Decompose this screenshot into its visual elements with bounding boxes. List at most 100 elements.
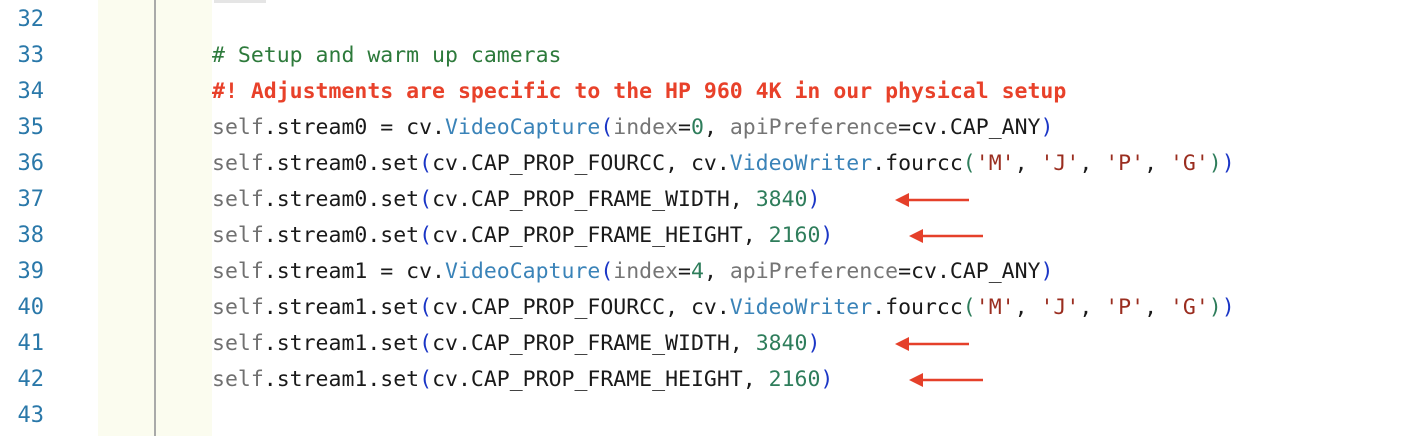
paren-token: ) (1040, 115, 1054, 140)
code-token: , (1014, 295, 1041, 320)
number-token: 3840 (755, 187, 808, 212)
code-line[interactable]: 34 #! Adjustments are specific to the HP… (0, 74, 1407, 110)
code-text: self.stream0.set(cv.CAP_PROP_FRAME_HEIGH… (212, 222, 833, 250)
paren-token: ( (600, 259, 614, 284)
string-token: 'P' (1105, 295, 1145, 320)
code-text: # Setup and warm up cameras (212, 42, 562, 70)
code-token: , (703, 115, 730, 140)
alert-comment-token: #! Adjustments are specific to the HP 96… (212, 79, 1067, 104)
code-token: .stream1.set (263, 367, 420, 392)
code-text: self.stream1.set(cv.CAP_PROP_FRAME_HEIGH… (212, 366, 833, 394)
self-token: self (212, 187, 264, 212)
left-arrow-icon (909, 229, 983, 243)
code-text: self.stream0.set(cv.CAP_PROP_FOURCC, cv.… (212, 150, 1235, 178)
code-token: .fourcc (872, 295, 963, 320)
paren-token: ) (807, 187, 821, 212)
code-token: cv.CAP_PROP_FOURCC, cv. (432, 295, 730, 320)
paren-token: ( (419, 151, 433, 176)
code-line[interactable]: 35 self.stream0 = cv.VideoCapture(index=… (0, 110, 1407, 146)
code-token: =cv.CAP_ANY (898, 259, 1041, 284)
paren-token: ( (419, 331, 433, 356)
line-number: 35 (17, 115, 45, 140)
code-line[interactable]: 32 (0, 2, 1407, 38)
paren-token: ) (1040, 259, 1054, 284)
class-token: VideoWriter (729, 295, 873, 320)
code-token: , (1014, 151, 1041, 176)
code-token: .stream1.set (263, 331, 420, 356)
paren-token: ( (962, 295, 976, 320)
code-token: , (703, 259, 730, 284)
self-token: self (212, 331, 264, 356)
class-token: VideoCapture (445, 259, 601, 284)
code-token: = (678, 259, 691, 284)
code-token: .stream0.set (263, 223, 420, 248)
line-number: 34 (17, 79, 45, 104)
self-token: self (212, 295, 264, 320)
paren-token: ) (807, 331, 821, 356)
code-token: .stream0 = cv. (263, 115, 445, 140)
number-token: 2160 (768, 223, 821, 248)
string-token: 'J' (1040, 295, 1080, 320)
line-number: 32 (17, 7, 45, 32)
code-token: , (1079, 295, 1106, 320)
code-text: self.stream0 = cv.VideoCapture(index=0, … (212, 114, 1053, 142)
code-line[interactable]: 41 self.stream1.set(cv.CAP_PROP_FRAME_WI… (0, 326, 1407, 362)
code-token: =cv.CAP_ANY (898, 115, 1041, 140)
code-line[interactable]: 39 self.stream1 = cv.VideoCapture(index=… (0, 254, 1407, 290)
keyword-arg-token: index (613, 259, 679, 284)
code-token: .stream1 = cv. (263, 259, 445, 284)
self-token: self (212, 223, 264, 248)
paren-token: ( (419, 367, 433, 392)
code-token: .stream0.set (263, 151, 420, 176)
paren-token: ) (1221, 295, 1235, 320)
number-token: 0 (690, 115, 704, 140)
code-token: cv.CAP_PROP_FRAME_HEIGHT, (432, 223, 769, 248)
paren-token: ( (419, 295, 433, 320)
line-number: 42 (17, 367, 45, 392)
code-text: self.stream1.set(cv.CAP_PROP_FOURCC, cv.… (212, 294, 1235, 322)
code-line[interactable]: 33 # Setup and warm up cameras (0, 38, 1407, 74)
keyword-arg-token: apiPreference (729, 259, 899, 284)
line-number: 40 (17, 295, 45, 320)
code-token: cv.CAP_PROP_FRAME_HEIGHT, (432, 367, 769, 392)
keyword-arg-token: index (613, 115, 679, 140)
code-line[interactable]: 43 (0, 398, 1407, 434)
code-token: .stream1.set (263, 295, 420, 320)
self-token: self (212, 151, 264, 176)
code-line[interactable]: 40 self.stream1.set(cv.CAP_PROP_FOURCC, … (0, 290, 1407, 326)
code-text: self.stream1 = cv.VideoCapture(index=4, … (212, 258, 1053, 286)
number-token: 2160 (768, 367, 821, 392)
paren-token: ) (1208, 295, 1222, 320)
code-text: self.stream1.set(cv.CAP_PROP_FRAME_WIDTH… (212, 330, 820, 358)
code-token: .stream0.set (263, 187, 420, 212)
line-number: 39 (17, 259, 45, 284)
number-token: 3840 (755, 331, 808, 356)
left-arrow-icon (909, 373, 983, 387)
line-number: 41 (17, 331, 45, 356)
paren-token: ) (1221, 151, 1235, 176)
code-token: cv.CAP_PROP_FRAME_WIDTH, (432, 187, 756, 212)
code-line[interactable]: 42 self.stream1.set(cv.CAP_PROP_FRAME_HE… (0, 362, 1407, 398)
code-editor[interactable]: 32 33 # Setup and warm up cameras 34 #! … (0, 0, 1407, 436)
code-line[interactable]: 37 self.stream0.set(cv.CAP_PROP_FRAME_WI… (0, 182, 1407, 218)
self-token: self (212, 367, 264, 392)
paren-token: ( (962, 151, 976, 176)
comment-token: # Setup and warm up cameras (212, 43, 562, 68)
string-token: 'G' (1169, 151, 1209, 176)
class-token: VideoWriter (729, 151, 873, 176)
left-arrow-icon (895, 337, 969, 351)
line-number: 43 (17, 403, 45, 428)
paren-token: ) (820, 367, 834, 392)
code-line[interactable]: 36 self.stream0.set(cv.CAP_PROP_FOURCC, … (0, 146, 1407, 182)
paren-token: ( (600, 115, 614, 140)
code-token: , (1144, 151, 1170, 176)
code-line[interactable]: 38 self.stream0.set(cv.CAP_PROP_FRAME_HE… (0, 218, 1407, 254)
string-token: 'G' (1169, 295, 1209, 320)
keyword-arg-token: apiPreference (729, 115, 899, 140)
paren-token: ( (419, 223, 433, 248)
paren-token: ( (419, 187, 433, 212)
left-arrow-icon (895, 193, 969, 207)
code-token: , (1079, 151, 1106, 176)
code-token: .fourcc (872, 151, 963, 176)
self-token: self (212, 259, 264, 284)
